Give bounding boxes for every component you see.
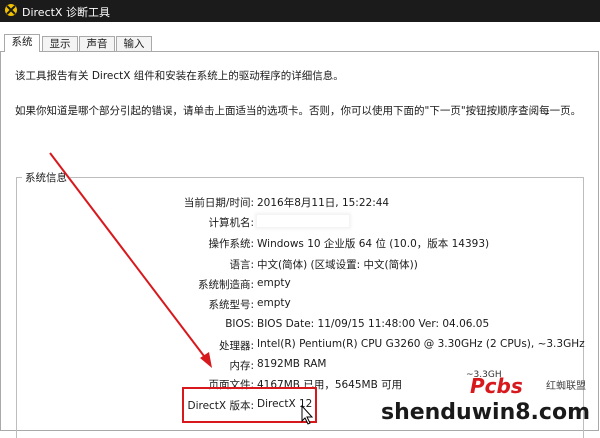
tab-system[interactable]: 系统 [4,34,40,52]
watermark-logo: Pcbs [470,374,523,398]
directx-version-highlight-box [182,387,317,423]
watermark-small-text: 红蜘联盟 [546,381,586,392]
mouse-cursor-icon [301,405,314,425]
watermark-site: shenduwin8.com [380,400,590,425]
annotation-arrow [49,152,212,368]
